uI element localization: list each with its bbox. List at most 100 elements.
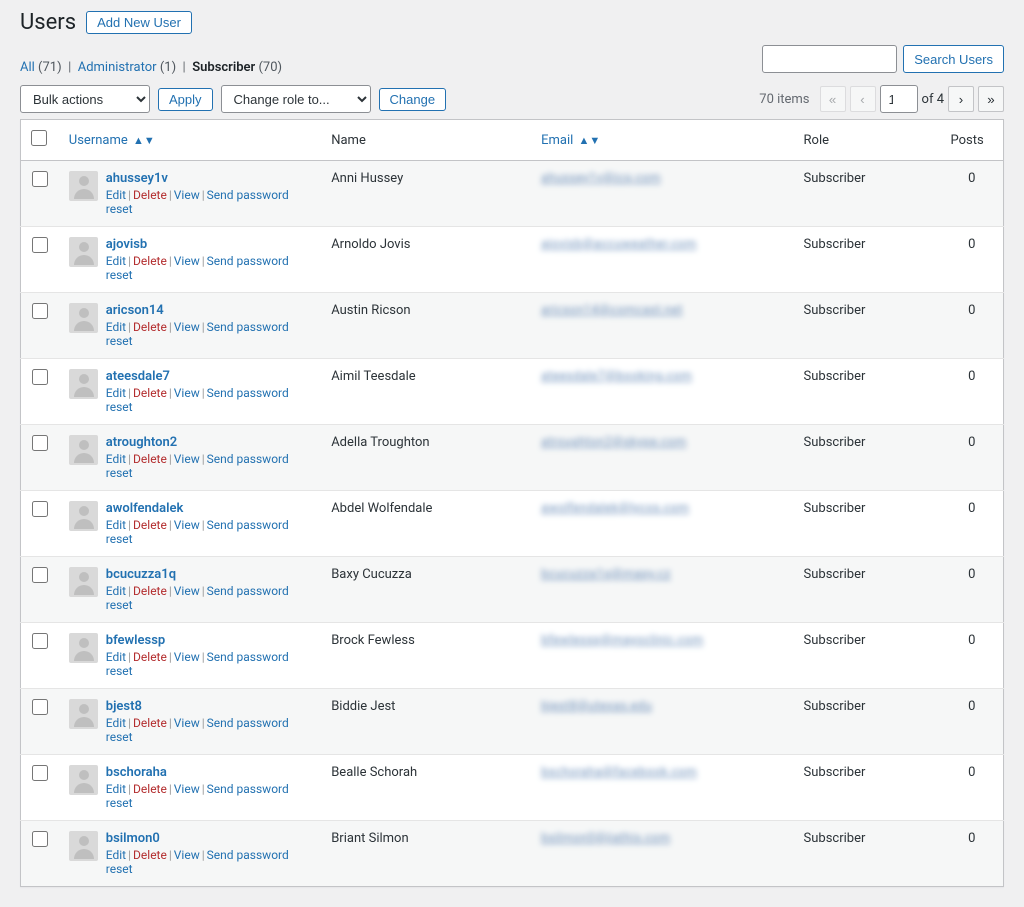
view-link[interactable]: View [174, 782, 200, 796]
edit-link[interactable]: Edit [106, 188, 126, 202]
role-cell: Subscriber [794, 755, 941, 821]
edit-link[interactable]: Edit [106, 452, 126, 466]
table-row: ateesdale7 Edit|Delete|View|Send password… [21, 359, 1004, 425]
edit-link[interactable]: Edit [106, 650, 126, 664]
username-link[interactable]: bsilmon0 [106, 831, 311, 846]
row-checkbox[interactable] [32, 699, 48, 715]
change-role-button[interactable]: Change [379, 88, 447, 111]
view-link[interactable]: View [174, 650, 200, 664]
view-link[interactable]: View [174, 716, 200, 730]
edit-link[interactable]: Edit [106, 386, 126, 400]
email-link[interactable]: bcucuzza1q@mapy.cz [541, 567, 670, 582]
avatar [69, 171, 98, 201]
email-link[interactable]: bfewlessp@mayoclinic.com [541, 633, 703, 648]
view-link[interactable]: View [174, 518, 200, 532]
current-page-input[interactable] [880, 85, 918, 113]
row-checkbox[interactable] [32, 633, 48, 649]
email-link[interactable]: aricson14@comcast.net [541, 303, 682, 318]
name-cell: Arnoldo Jovis [321, 227, 531, 293]
email-link[interactable]: atroughton2@skype.com [541, 435, 686, 450]
role-cell: Subscriber [794, 689, 941, 755]
posts-cell: 0 [940, 623, 1003, 689]
filter-administrator[interactable]: Administrator [78, 60, 157, 75]
filter-subscriber[interactable]: Subscriber [192, 60, 255, 75]
view-link[interactable]: View [174, 584, 200, 598]
delete-link[interactable]: Delete [133, 518, 167, 532]
row-checkbox[interactable] [32, 171, 48, 187]
edit-link[interactable]: Edit [106, 584, 126, 598]
row-checkbox[interactable] [32, 765, 48, 781]
col-username[interactable]: Username ▲▼ [69, 133, 155, 148]
delete-link[interactable]: Delete [133, 188, 167, 202]
row-actions: Edit|Delete|View|Send password reset [106, 386, 311, 414]
delete-link[interactable]: Delete [133, 452, 167, 466]
view-link[interactable]: View [174, 254, 200, 268]
row-checkbox[interactable] [32, 435, 48, 451]
change-role-select[interactable]: Change role to... [221, 85, 371, 113]
view-link[interactable]: View [174, 188, 200, 202]
username-link[interactable]: bschoraha [106, 765, 311, 780]
row-checkbox[interactable] [32, 567, 48, 583]
role-cell: Subscriber [794, 161, 941, 227]
posts-cell: 0 [940, 755, 1003, 821]
username-link[interactable]: awolfendalek [106, 501, 311, 516]
username-link[interactable]: ajovisb [106, 237, 311, 252]
next-page-button[interactable]: › [948, 86, 974, 112]
username-link[interactable]: atroughton2 [106, 435, 311, 450]
email-link[interactable]: bjest8@utexas.edu [541, 699, 652, 714]
delete-link[interactable]: Delete [133, 584, 167, 598]
edit-link[interactable]: Edit [106, 320, 126, 334]
view-link[interactable]: View [174, 452, 200, 466]
add-new-user-button[interactable]: Add New User [86, 11, 192, 34]
select-all-checkbox[interactable] [31, 130, 47, 146]
email-link[interactable]: bschoraha@facebook.com [541, 765, 697, 780]
row-checkbox[interactable] [32, 369, 48, 385]
edit-link[interactable]: Edit [106, 518, 126, 532]
delete-link[interactable]: Delete [133, 386, 167, 400]
delete-link[interactable]: Delete [133, 716, 167, 730]
email-link[interactable]: ajovisb@accuweather.com [541, 237, 696, 252]
username-link[interactable]: bfewlessp [106, 633, 311, 648]
username-link[interactable]: ahussey1v [106, 171, 311, 186]
search-input[interactable] [762, 45, 897, 73]
row-checkbox[interactable] [32, 237, 48, 253]
row-checkbox[interactable] [32, 501, 48, 517]
total-pages: of 4 [922, 92, 944, 107]
apply-button[interactable]: Apply [158, 88, 213, 111]
delete-link[interactable]: Delete [133, 782, 167, 796]
delete-link[interactable]: Delete [133, 650, 167, 664]
col-email[interactable]: Email ▲▼ [541, 133, 600, 148]
view-link[interactable]: View [174, 848, 200, 862]
view-link[interactable]: View [174, 386, 200, 400]
posts-cell: 0 [940, 557, 1003, 623]
bulk-actions-select[interactable]: Bulk actions [20, 85, 150, 113]
sort-icon: ▲▼ [133, 134, 155, 147]
email-link[interactable]: bsilmon0@jiathis.com [541, 831, 670, 846]
filter-all[interactable]: All [20, 60, 35, 75]
username-link[interactable]: aricson14 [106, 303, 311, 318]
edit-link[interactable]: Edit [106, 848, 126, 862]
delete-link[interactable]: Delete [133, 848, 167, 862]
email-link[interactable]: awolfendalek@lycos.com [541, 501, 689, 516]
name-cell: Biddie Jest [321, 689, 531, 755]
role-cell: Subscriber [794, 359, 941, 425]
email-link[interactable]: ateesdale7@booking.com [541, 369, 692, 384]
row-checkbox[interactable] [32, 831, 48, 847]
username-link[interactable]: ateesdale7 [106, 369, 311, 384]
username-link[interactable]: bjest8 [106, 699, 311, 714]
email-link[interactable]: ahussey1v@icq.com [541, 171, 660, 186]
delete-link[interactable]: Delete [133, 320, 167, 334]
delete-link[interactable]: Delete [133, 254, 167, 268]
row-checkbox[interactable] [32, 303, 48, 319]
view-link[interactable]: View [174, 320, 200, 334]
edit-link[interactable]: Edit [106, 716, 126, 730]
last-page-button[interactable]: » [978, 86, 1004, 112]
posts-cell: 0 [940, 227, 1003, 293]
row-actions: Edit|Delete|View|Send password reset [106, 518, 311, 546]
name-cell: Abdel Wolfendale [321, 491, 531, 557]
search-users-button[interactable]: Search Users [903, 45, 1004, 73]
row-actions: Edit|Delete|View|Send password reset [106, 650, 311, 678]
username-link[interactable]: bcucuzza1q [106, 567, 311, 582]
edit-link[interactable]: Edit [106, 254, 126, 268]
edit-link[interactable]: Edit [106, 782, 126, 796]
